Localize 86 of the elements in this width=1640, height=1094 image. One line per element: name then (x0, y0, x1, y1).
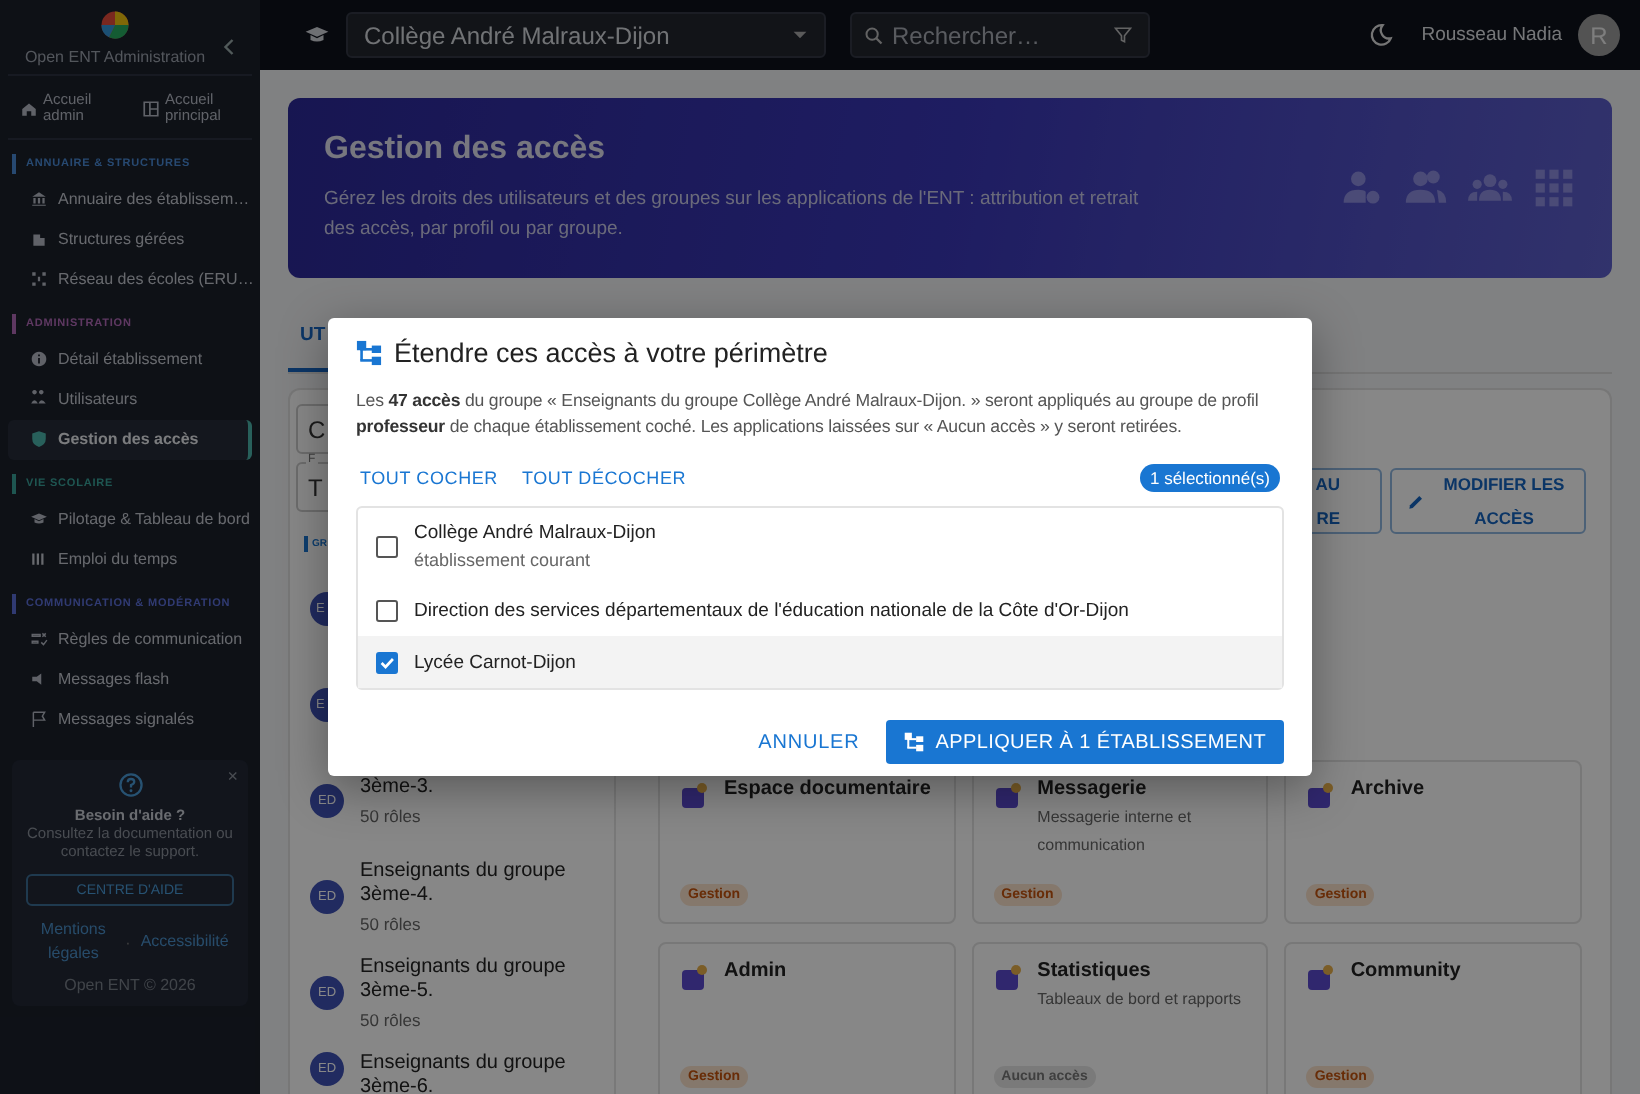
dialog-title: Étendre ces accès à votre périmètre (394, 337, 828, 368)
apply-button[interactable]: APPLIQUER À 1 ÉTABLISSEMENT (885, 720, 1284, 765)
selection-count-chip: 1 sélectionné(s) (1139, 464, 1280, 493)
sidebar-item[interactable]: Pilotage & Tableau de bord (8, 499, 252, 539)
dashboard-icon (141, 99, 159, 118)
legal-link[interactable]: Mentions légales (31, 918, 116, 966)
app-name: Admin (724, 960, 787, 982)
search-icon (864, 25, 884, 45)
app-name: Community (1350, 960, 1461, 982)
app-description: Messagerie interne et communication (1037, 806, 1194, 859)
hierarchy-icon (903, 732, 924, 753)
columns-icon (30, 550, 48, 568)
establishment-option[interactable]: Lycée Carnot-Dijon (358, 636, 1282, 689)
users-icon (30, 390, 48, 408)
structure-select[interactable]: Collège André Malraux-Dijon (346, 12, 826, 58)
group-name[interactable]: Enseignants du groupe 3ème-4. (360, 859, 590, 907)
role-count: 50 rôles (360, 1009, 423, 1029)
app-name: Archive (1350, 778, 1425, 800)
app-name: Messagerie (1037, 778, 1149, 800)
option-label: Collège André Malraux-Dijon (414, 522, 656, 545)
app-icon (993, 964, 1022, 992)
check-all-link[interactable]: TOUT COCHER (360, 468, 498, 489)
sidebar-item[interactable]: Emploi du temps (8, 539, 252, 579)
group-name[interactable]: Enseignants du groupe 3ème-6. (360, 1052, 590, 1094)
apps-grid-icon (1532, 166, 1576, 210)
app-description: Tableaux de bord et rapports (1037, 988, 1241, 1012)
filter-icon[interactable] (1114, 26, 1132, 44)
building-icon (30, 230, 48, 248)
group-name[interactable]: Enseignants du groupe 3ème-5. (360, 955, 590, 1003)
sidebar-item[interactable]: Utilisateurs (8, 379, 252, 419)
establishment-option[interactable]: Collège André Malraux-Dijon établissement courant (358, 508, 1282, 585)
sidebar-item[interactable]: Annuaire des établissem… (8, 179, 252, 219)
app-name: Espace documentaire (724, 778, 931, 800)
checkbox[interactable] (376, 651, 398, 674)
flag-icon (30, 710, 48, 728)
sidebar-item[interactable]: Réseau des écoles (ERU… (8, 259, 252, 299)
collapse-chevron-icon[interactable] (222, 38, 236, 56)
pencil-icon (1408, 493, 1424, 509)
logo-icon (100, 10, 130, 40)
app-icon (993, 782, 1022, 810)
help-icon (117, 771, 143, 797)
sidebar-item[interactable]: Gestion des accès (8, 419, 252, 459)
section-marker (12, 593, 16, 613)
hierarchy-icon (356, 339, 382, 366)
role-count: 50 rôles (360, 805, 423, 825)
sidebar-item[interactable]: Messages signalés (8, 699, 252, 739)
caret-icon (792, 30, 808, 40)
bank-icon (30, 190, 48, 208)
app-icon (1306, 782, 1335, 810)
info-icon (30, 350, 48, 368)
checkbox[interactable] (376, 599, 398, 622)
sidebar-item[interactable]: Règles de communication (8, 619, 252, 659)
page-title: Gestion des accès (324, 131, 608, 168)
sidebar-item[interactable]: Structures gérées (8, 219, 252, 259)
section-marker (12, 153, 16, 173)
dialog-text: Les 47 accès du groupe « Enseignants du groupe Collège André Malraux-Dijon. » seront appliqués au groupe de profil professeur de chaque établissement coché. Les applications laissées sur « Aucun accès » y seront retirées. (356, 387, 1261, 440)
role-count: 50 rôles (360, 913, 423, 933)
rules-icon (30, 630, 48, 648)
shield-icon (30, 430, 48, 448)
section-marker (12, 473, 16, 493)
school-icon (30, 510, 48, 528)
close-button[interactable]: × (227, 765, 238, 785)
section-marker (12, 313, 16, 333)
page-description: Gérez les droits des utilisateurs et des groupes sur les applications de l'ENT : attribution et retrait des accès, par profil ou par groupe. (324, 185, 1141, 243)
app-icon (1306, 964, 1335, 992)
sidebar-item[interactable]: Détail établissement (8, 339, 252, 379)
option-label: Direction des services départementaux de l'éducation nationale de la Côte d'Or-Dijon (414, 599, 1129, 622)
app-name: Statistiques (1037, 960, 1153, 982)
user-name: Rousseau Nadia (1421, 24, 1562, 46)
cancel-button[interactable]: ANNULER (750, 723, 868, 762)
app-icon (680, 782, 708, 810)
option-subtitle: établissement courant (414, 550, 593, 571)
uncheck-all-link[interactable]: TOUT DÉCOCHER (521, 468, 687, 489)
moon-icon[interactable] (1367, 22, 1394, 48)
sidebar-item[interactable]: Messages flash (8, 659, 252, 699)
brand-name: Open ENT Administration (24, 48, 206, 66)
accessibility-link[interactable]: Accessibilité (140, 930, 229, 954)
option-label: Lycée Carnot-Dijon (414, 651, 576, 674)
edit-access-button[interactable]: MODIFIER LES ACCÈS (1390, 468, 1586, 534)
link-separator: · (125, 933, 131, 951)
establishment-option[interactable]: Direction des services départementaux de l'éducation nationale de la Côte d'Or-Dijon (358, 584, 1282, 637)
app-icon (680, 964, 708, 992)
group-name[interactable]: 3ème-3. (360, 775, 590, 799)
checkbox[interactable] (376, 535, 398, 558)
home-icon (19, 99, 37, 118)
search-field[interactable]: Rechercher… (850, 12, 1150, 58)
